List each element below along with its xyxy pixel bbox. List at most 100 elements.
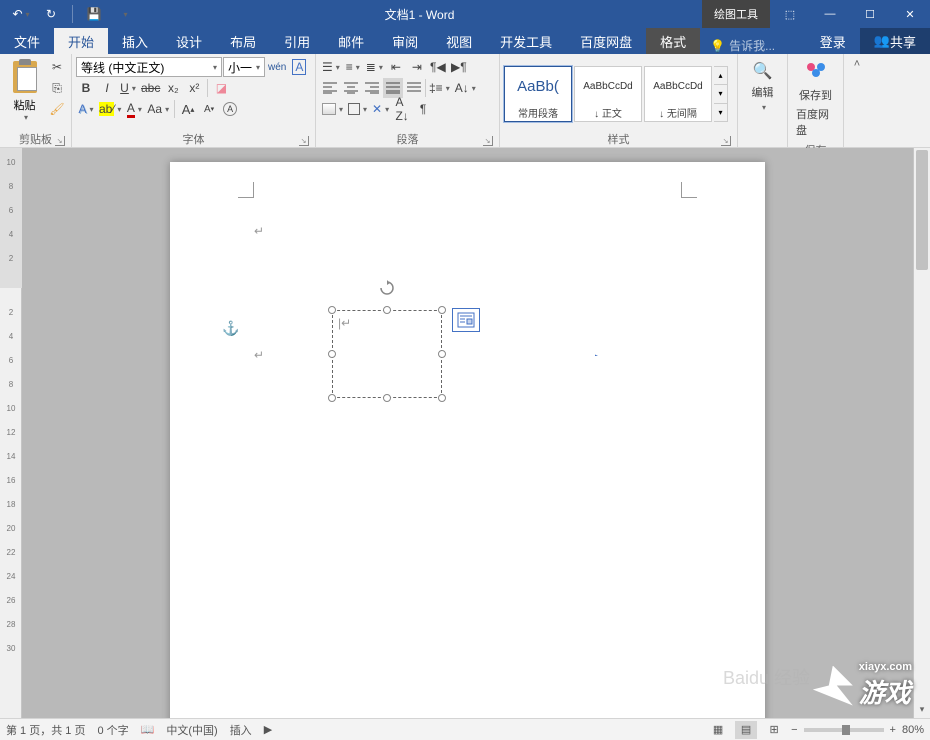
rotate-handle[interactable] (379, 280, 395, 296)
page-status[interactable]: 第 1 页，共 1 页 (6, 722, 85, 738)
share-button[interactable]: 👥 共享 (860, 28, 930, 54)
tab-design[interactable]: 设计 (162, 28, 216, 54)
zoom-slider[interactable] (804, 728, 884, 732)
ltr-button[interactable]: ¶◀ (428, 57, 448, 77)
numbering-button[interactable]: ≡▾ (343, 57, 363, 77)
superscript-button[interactable]: x² (184, 78, 204, 98)
styles-more[interactable]: ▾ (714, 104, 727, 121)
web-layout-button[interactable]: ⊞ (763, 721, 785, 739)
highlight-button[interactable]: ab⁄▾ (97, 99, 123, 119)
save-button[interactable]: 💾 (81, 2, 107, 26)
zoom-thumb[interactable] (842, 725, 850, 735)
clear-format-button[interactable]: ◪ (211, 78, 231, 98)
style-item-2[interactable]: AaBbCcDd ↓ 无间隔 (644, 66, 712, 122)
page-viewport[interactable]: ↵ ⚓ ↵ |↵ (22, 148, 913, 718)
enclose-char-button[interactable]: A (220, 99, 240, 119)
font-launcher[interactable]: ↘ (299, 136, 309, 146)
tell-me-box[interactable]: 💡告诉我... (700, 37, 806, 54)
resize-handle-r[interactable] (438, 350, 446, 358)
styles-launcher[interactable]: ↘ (721, 136, 731, 146)
rtl-button[interactable]: ▶¶ (449, 57, 469, 77)
selected-shape[interactable]: |↵ (332, 310, 442, 398)
minimize-button[interactable]: — (810, 0, 850, 28)
layout-options-button[interactable] (452, 308, 480, 332)
change-case-button[interactable]: Aa▾ (145, 99, 171, 119)
redo-button[interactable]: ↻ (38, 2, 64, 26)
paragraph-launcher[interactable]: ↘ (483, 136, 493, 146)
text-effects-button[interactable]: A▾ (76, 99, 96, 119)
read-mode-button[interactable]: ▦ (707, 721, 729, 739)
resize-handle-b[interactable] (383, 394, 391, 402)
styles-down[interactable]: ▾ (714, 85, 727, 103)
line-spacing-button[interactable]: ‡≡▾ (427, 78, 452, 98)
align-center-button[interactable] (341, 78, 361, 98)
print-layout-button[interactable]: ▤ (735, 721, 757, 739)
resize-handle-tr[interactable] (438, 306, 446, 314)
align-right-button[interactable] (362, 78, 382, 98)
find-button[interactable]: 🔍 编辑 ▾ (742, 57, 783, 116)
bullets-button[interactable]: ☰▾ (320, 57, 342, 77)
resize-handle-t[interactable] (383, 306, 391, 314)
font-size-combo[interactable]: 小一▾ (223, 57, 265, 77)
align-left-button[interactable] (320, 78, 340, 98)
subscript-button[interactable]: x₂ (163, 78, 183, 98)
page-1[interactable]: ↵ ⚓ ↵ |↵ (170, 162, 765, 718)
tab-view[interactable]: 视图 (432, 28, 486, 54)
show-marks-button[interactable]: ¶ (413, 99, 433, 119)
sort-az-button[interactable]: AZ↓ (392, 99, 412, 119)
copy-button[interactable]: ⎘ (47, 78, 67, 98)
zoom-level[interactable]: 80% (902, 724, 924, 736)
font-color-button[interactable]: A▾ (124, 99, 144, 119)
close-button[interactable]: ✕ (890, 0, 930, 28)
style-item-1[interactable]: AaBbCcDd ↓ 正文 (574, 66, 642, 122)
asian-layout-button[interactable]: ✕▾ (370, 99, 391, 119)
language-status[interactable]: 中文(中国) (166, 722, 217, 738)
word-count[interactable]: 0 个字 (97, 722, 128, 738)
shading-button[interactable]: ▾ (320, 99, 345, 119)
ribbon-options-button[interactable]: ⬚ (770, 0, 810, 28)
macro-icon[interactable]: ▶ (264, 723, 272, 736)
tab-insert[interactable]: 插入 (108, 28, 162, 54)
tab-mailings[interactable]: 邮件 (324, 28, 378, 54)
vertical-ruler[interactable]: 10 8 6 4 2 2 4 6 8 10 12 14 16 18 20 22 … (0, 148, 22, 718)
vertical-scrollbar[interactable]: ▴ ▾ (913, 148, 930, 718)
scroll-down[interactable]: ▾ (914, 701, 930, 718)
qat-customize[interactable]: ▾ (111, 2, 137, 26)
multilevel-button[interactable]: ≣▾ (364, 57, 385, 77)
resize-handle-tl[interactable] (328, 306, 336, 314)
maximize-button[interactable]: ☐ (850, 0, 890, 28)
shrink-font-button[interactable]: A▾ (199, 99, 219, 119)
tab-references[interactable]: 引用 (270, 28, 324, 54)
sort-button[interactable]: A↓▾ (453, 78, 478, 98)
login-button[interactable]: 登录 (806, 28, 860, 54)
italic-button[interactable]: I (97, 78, 117, 98)
collapse-ribbon-button[interactable]: ˄ (844, 54, 870, 147)
cut-button[interactable]: ✂ (47, 57, 67, 77)
undo-button[interactable]: ↶▾ (8, 2, 34, 26)
spellcheck-icon[interactable]: 📖 (141, 723, 155, 736)
font-name-combo[interactable]: 等线 (中文正文)▾ (76, 57, 222, 77)
resize-handle-br[interactable] (438, 394, 446, 402)
resize-handle-bl[interactable] (328, 394, 336, 402)
zoom-in-button[interactable]: + (890, 724, 896, 736)
tab-home[interactable]: 开始 (54, 28, 108, 54)
grow-font-button[interactable]: A▴ (178, 99, 198, 119)
tab-format[interactable]: 格式 (646, 28, 700, 54)
increase-indent-button[interactable]: ⇥ (407, 57, 427, 77)
insert-mode[interactable]: 插入 (230, 722, 252, 738)
format-painter-button[interactable]: 🖌 (47, 99, 67, 119)
char-border-button[interactable]: A (289, 57, 309, 77)
tab-developer[interactable]: 开发工具 (486, 28, 566, 54)
styles-up[interactable]: ▴ (714, 67, 727, 85)
bold-button[interactable]: B (76, 78, 96, 98)
save-to-baidu-button[interactable]: 保存到 百度网盘 (792, 57, 839, 142)
tab-review[interactable]: 审阅 (378, 28, 432, 54)
paste-button[interactable]: 粘贴 ▾ (4, 57, 45, 122)
tab-baidu[interactable]: 百度网盘 (566, 28, 646, 54)
tab-layout[interactable]: 布局 (216, 28, 270, 54)
resize-handle-l[interactable] (328, 350, 336, 358)
decrease-indent-button[interactable]: ⇤ (386, 57, 406, 77)
underline-button[interactable]: U▾ (118, 78, 138, 98)
scroll-thumb[interactable] (916, 150, 928, 270)
zoom-out-button[interactable]: − (791, 724, 797, 736)
